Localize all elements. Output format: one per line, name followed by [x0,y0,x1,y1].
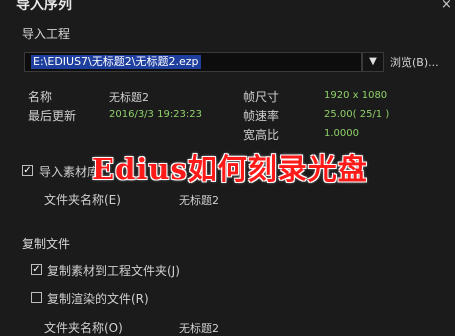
checkmark-icon: ✓ [32,264,41,275]
copy-rendered-checkbox[interactable] [31,292,42,303]
browse-button[interactable]: 浏览(B)... [390,54,439,70]
project-path-value: E:\EDIUS7\无标题2\无标题2.ezp [31,55,201,69]
chevron-down-icon: ▼ [369,56,377,67]
last-updated-label: 最后更新 [28,109,77,123]
frame-rate-value: 25.00( 25/1 ) [324,109,390,120]
copy-files-section-label: 复制文件 [22,237,71,251]
close-icon[interactable]: × [441,0,452,12]
last-updated-value: 2016/3/3 19:23:23 [109,109,203,120]
copy-rendered-label: 复制渲染的文件(R) [47,292,149,306]
dialog-title: 导入序列 [16,0,72,13]
name-label: 名称 [28,90,53,104]
project-path-field[interactable]: E:\EDIUS7\无标题2\无标题2.ezp [24,52,362,72]
path-dropdown-button[interactable]: ▼ [362,52,384,72]
frame-size-value: 1920 x 1080 [324,90,388,101]
aspect-ratio-label: 宽高比 [243,128,280,142]
watermark-text: Edius如何刻录光盘 [92,152,368,186]
copy-folder-name-value[interactable]: 无标题2 [179,320,219,336]
aspect-ratio-value: 1.0000 [324,128,359,139]
import-material-checkbox[interactable]: ✓ [22,165,33,176]
import-material-label: 导入素材库 [39,165,100,179]
import-project-section-label: 导入工程 [22,27,71,41]
frame-rate-label: 帧速率 [243,109,280,123]
checkmark-icon: ✓ [23,165,32,176]
import-folder-name-value[interactable]: 无标题2 [179,192,219,208]
copy-material-checkbox[interactable]: ✓ [31,264,42,275]
name-value: 无标题2 [109,91,149,104]
frame-size-label: 帧尺寸 [243,90,280,104]
copy-material-label: 复制素材到工程文件夹(J) [47,264,180,278]
import-folder-name-label: 文件夹名称(E) [44,193,121,207]
